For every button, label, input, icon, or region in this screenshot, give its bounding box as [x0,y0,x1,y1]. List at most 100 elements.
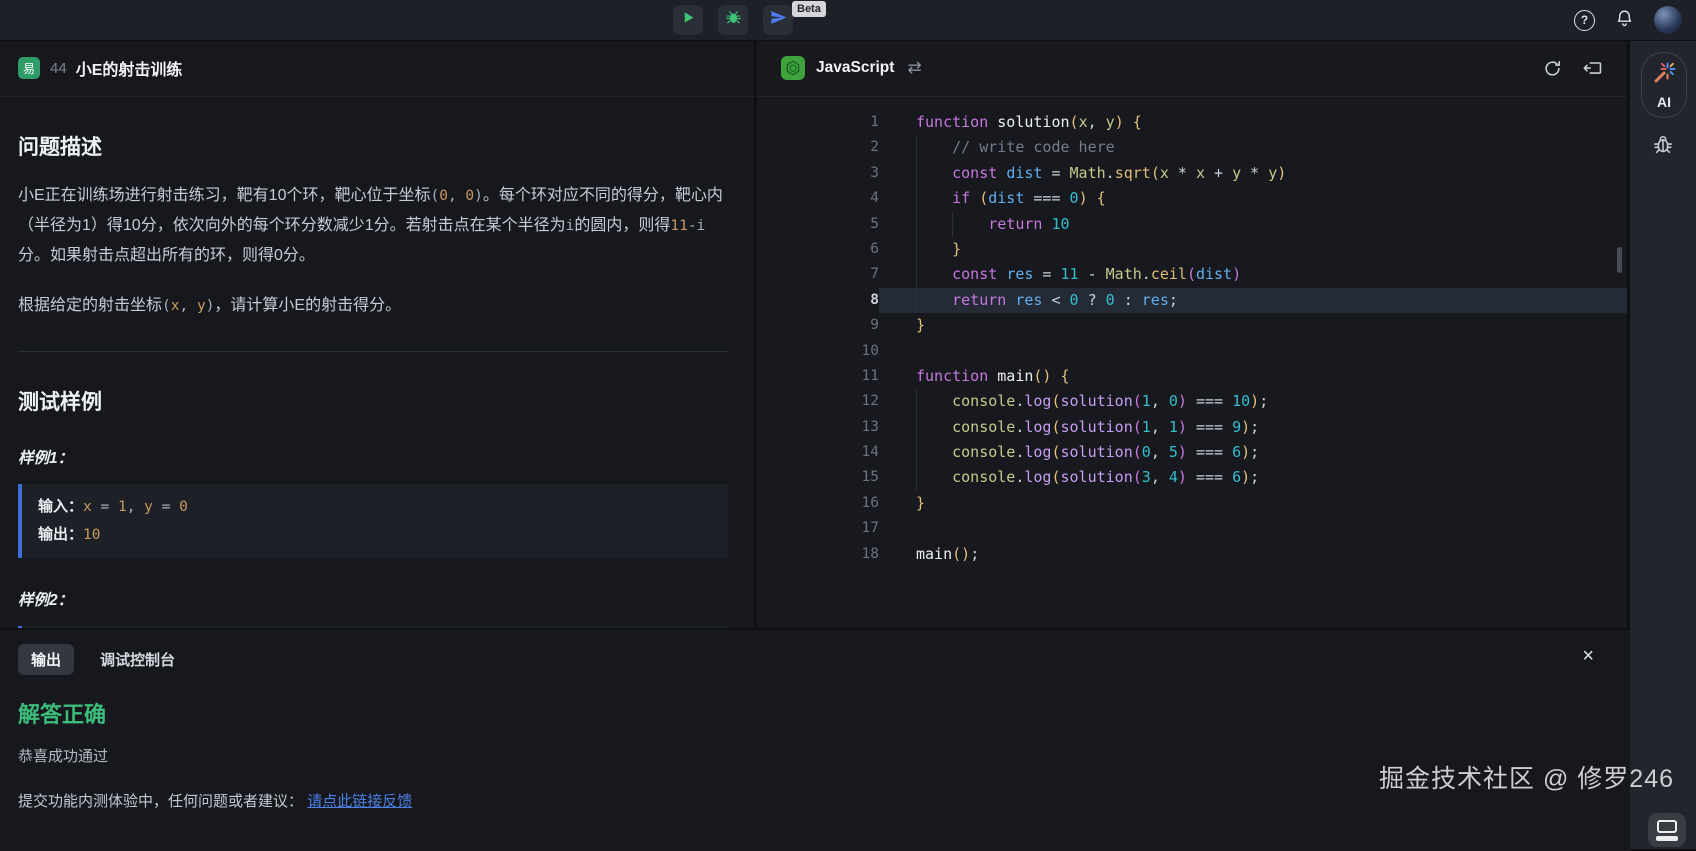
token: x [83,499,92,515]
play-icon [681,10,696,30]
bell-icon[interactable] [1615,8,1634,33]
token: < [1042,291,1069,309]
feedback-link[interactable]: 请点此链接反馈 [307,793,412,810]
problem-title: 小E的射击训练 [76,56,183,80]
run-controls: Beta [673,5,793,35]
indent-guide [916,288,917,313]
token: y [197,298,206,314]
code-line[interactable]: 15 console.log(solution(3, 4) === 6); [757,465,1627,490]
token: solution [997,113,1069,131]
line-number: 5 [757,212,879,237]
token: 6 [1232,443,1241,461]
debug-panel-icon[interactable] [1652,134,1674,161]
run-button[interactable] [673,5,703,35]
token: { [1097,189,1106,207]
token: : [1115,291,1142,309]
ai-assistant-button[interactable]: AI [1641,52,1687,118]
debug-run-button[interactable] [718,5,748,35]
help-icon[interactable]: ? [1574,10,1595,31]
line-content: const dist = Math.sqrt(x * x + y * y) [879,161,1627,186]
indent-guide [916,237,917,262]
token: 分。如果射击点超出所有的环，则得0分。 [18,247,315,264]
token: ( [1051,443,1060,461]
token: ) [1277,164,1286,182]
token: ( [1133,443,1142,461]
token: ) [1241,443,1250,461]
code-line[interactable]: 10 [757,339,1627,364]
line-content [879,516,1627,541]
code-line[interactable]: 14 console.log(solution(0, 5) === 6); [757,440,1627,465]
token: === [1187,392,1232,410]
sample-list: 样例1：输入：x = 1, y = 0输出：10样例2：输入：x = 1, y … [18,446,728,628]
token: return [952,291,1006,309]
switch-language-icon[interactable]: ⇄ [907,58,921,78]
format-icon[interactable] [1582,59,1603,78]
line-number: 6 [757,237,879,262]
token: === [1187,468,1232,486]
app-root: { "topbar": { "beta_label": "Beta" }, "p… [0,0,1696,849]
code-line[interactable]: 9} [757,313,1627,338]
token: ( [430,188,439,204]
token: + [1205,164,1232,182]
token: 0 [465,188,474,204]
code-line[interactable]: 5 return 10 [757,212,1627,237]
bug-icon [725,9,742,31]
code-line[interactable]: 2 // write code here [757,135,1627,160]
code-line[interactable]: 13 console.log(solution(1, 1) === 9); [757,415,1627,440]
token [916,164,952,182]
token: 输出： [38,526,83,543]
submit-button[interactable] [763,5,793,35]
reset-code-icon[interactable] [1543,59,1562,78]
line-number: 9 [757,313,879,338]
token [916,189,952,207]
token: } [952,240,961,258]
token [1051,367,1060,385]
token: const [952,265,997,283]
user-avatar[interactable] [1654,6,1682,34]
magic-wand-icon [1651,60,1677,91]
token: { [1133,113,1142,131]
tab-debug-console[interactable]: 调试控制台 [100,649,175,670]
token: ( [1133,392,1142,410]
code-line[interactable]: 18main(); [757,542,1627,567]
code-line[interactable]: 11function main() { [757,364,1627,389]
code-line[interactable]: 16} [757,491,1627,516]
token: sqrt [1115,164,1151,182]
indent-guide [916,135,917,160]
code-line[interactable]: 12 console.log(solution(1, 0) === 10); [757,389,1627,414]
token: ) [1079,189,1088,207]
editor-scrollbar[interactable] [1617,247,1622,273]
code-line[interactable]: 1function solution(x, y) { [757,110,1627,135]
token: log [1024,418,1051,436]
token: = [92,499,118,515]
token: return [988,215,1042,233]
code-line[interactable]: 6 } [757,237,1627,262]
code-lines: 1function solution(x, y) {2 // write cod… [757,110,1627,567]
token: ; [1169,291,1178,309]
token: ) [1178,392,1187,410]
line-content: return 10 [879,212,1627,237]
code-line[interactable]: 7 const res = 11 - Math.ceil(dist) [757,262,1627,287]
code-line[interactable]: 3 const dist = Math.sqrt(x * x + y * y) [757,161,1627,186]
line-number: 17 [757,516,879,541]
token: 10 [83,527,100,543]
token [916,265,952,283]
close-icon[interactable]: × [1582,646,1594,666]
code-line[interactable]: 4 if (dist === 0) { [757,186,1627,211]
token: 9 [1232,418,1241,436]
token: ( [1070,113,1079,131]
code-line[interactable]: 17 [757,516,1627,541]
code-editor[interactable]: 1function solution(x, y) {2 // write cod… [757,97,1627,628]
line-number: 1 [757,110,879,135]
tab-output[interactable]: 输出 [18,644,74,675]
token: console [952,468,1015,486]
token: , [1151,418,1169,436]
token: * [1169,164,1196,182]
language-label[interactable]: JavaScript [816,59,894,77]
token: y [144,499,153,515]
token: ; [1259,392,1268,410]
token: main [997,367,1033,385]
token: = [1033,265,1060,283]
line-content: function solution(x, y) { [879,110,1627,135]
code-line[interactable]: 8 return res < 0 ? 0 : res; [757,288,1627,313]
